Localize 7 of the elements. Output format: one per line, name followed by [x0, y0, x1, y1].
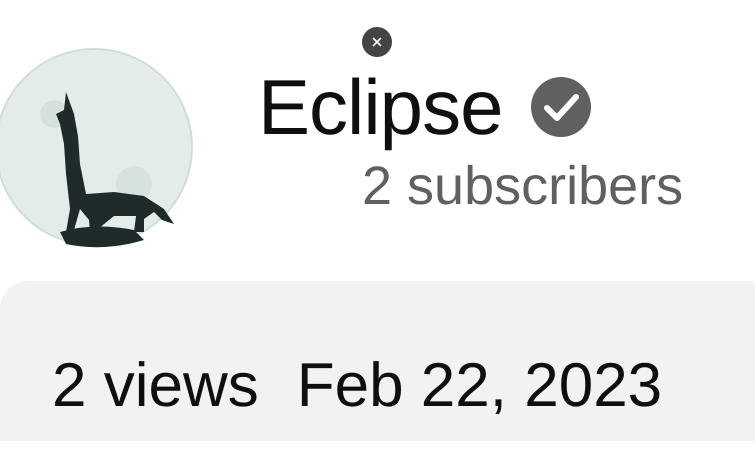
close-icon	[372, 37, 382, 47]
channel-name[interactable]: Eclipse	[258, 66, 502, 148]
description-box[interactable]: 2 views Feb 22, 2023	[0, 281, 755, 441]
upload-date: Feb 22, 2023	[296, 351, 662, 422]
subscriber-count: 2 subscribers	[362, 156, 684, 216]
close-button[interactable]	[362, 27, 392, 57]
view-count: 2 views	[52, 351, 259, 422]
